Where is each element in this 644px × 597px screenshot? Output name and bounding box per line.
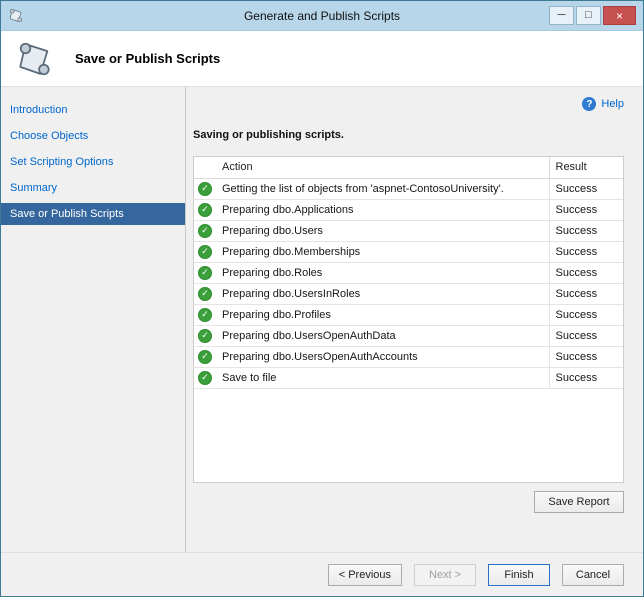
success-check-icon: ✓ [198, 287, 212, 301]
column-header-action: Action [194, 157, 549, 178]
row-status-cell: ✓ [194, 325, 216, 346]
action-cell: Getting the list of objects from 'aspnet… [216, 178, 549, 199]
row-status-cell: ✓ [194, 367, 216, 388]
row-status-cell: ✓ [194, 346, 216, 367]
column-header-result: Result [549, 157, 623, 178]
result-cell: Success [549, 220, 623, 241]
success-check-icon: ✓ [198, 350, 212, 364]
result-cell: Success [549, 346, 623, 367]
next-button: Next > [414, 564, 476, 586]
row-status-cell: ✓ [194, 178, 216, 199]
table-row[interactable]: ✓ Preparing dbo.ApplicationsSuccess [194, 199, 623, 220]
success-check-icon: ✓ [198, 329, 212, 343]
results-panel: Action Result ✓ Getting the list of objec… [193, 156, 624, 483]
wizard-header: Save or Publish Scripts [1, 31, 643, 87]
results-table-body: ✓ Getting the list of objects from 'aspne… [194, 178, 623, 388]
script-scroll-icon [15, 38, 57, 80]
success-check-icon: ✓ [198, 371, 212, 385]
result-cell: Success [549, 367, 623, 388]
row-status-cell: ✓ [194, 262, 216, 283]
table-row[interactable]: ✓ Preparing dbo.UsersSuccess [194, 220, 623, 241]
result-cell: Success [549, 283, 623, 304]
help-row: ? Help [193, 97, 624, 111]
table-row[interactable]: ✓ Preparing dbo.UsersOpenAuthDataSuccess [194, 325, 623, 346]
result-cell: Success [549, 199, 623, 220]
help-label: Help [601, 98, 624, 110]
success-check-icon: ✓ [198, 182, 212, 196]
window-title: Generate and Publish Scripts [1, 9, 643, 23]
status-text: Saving or publishing scripts. [193, 129, 624, 141]
action-cell: Preparing dbo.Profiles [216, 304, 549, 325]
footer-bar: < Previous Next > Finish Cancel [1, 552, 643, 596]
action-cell: Preparing dbo.Applications [216, 199, 549, 220]
main-panel: ? Help Saving or publishing scripts. Act… [186, 87, 643, 552]
result-cell: Success [549, 304, 623, 325]
maximize-icon: □ [585, 10, 592, 21]
action-cell: Preparing dbo.Roles [216, 262, 549, 283]
row-status-cell: ✓ [194, 283, 216, 304]
sidebar-item-choose-objects[interactable]: Choose Objects [1, 125, 185, 147]
close-icon: × [616, 10, 623, 22]
result-cell: Success [549, 241, 623, 262]
success-check-icon: ✓ [198, 245, 212, 259]
table-row[interactable]: ✓ Preparing dbo.UsersOpenAuthAccountsSucc… [194, 346, 623, 367]
table-header-row: Action Result [194, 157, 623, 178]
app-scroll-icon [8, 7, 25, 24]
table-row[interactable]: ✓ Preparing dbo.MembershipsSuccess [194, 241, 623, 262]
cancel-button[interactable]: Cancel [562, 564, 624, 586]
row-status-cell: ✓ [194, 220, 216, 241]
row-status-cell: ✓ [194, 241, 216, 262]
sidebar-item-summary[interactable]: Summary [1, 177, 185, 199]
action-cell: Save to file [216, 367, 549, 388]
table-row[interactable]: ✓ Save to fileSuccess [194, 367, 623, 388]
maximize-button[interactable]: □ [576, 6, 601, 25]
table-row[interactable]: ✓ Preparing dbo.UsersInRolesSuccess [194, 283, 623, 304]
help-link[interactable]: ? Help [582, 97, 624, 111]
action-cell: Preparing dbo.UsersInRoles [216, 283, 549, 304]
previous-button[interactable]: < Previous [328, 564, 402, 586]
titlebar: Generate and Publish Scripts ─ □ × [1, 1, 643, 31]
table-row[interactable]: ✓ Preparing dbo.RolesSuccess [194, 262, 623, 283]
success-check-icon: ✓ [198, 203, 212, 217]
action-cell: Preparing dbo.UsersOpenAuthAccounts [216, 346, 549, 367]
sidebar-item-introduction[interactable]: Introduction [1, 99, 185, 121]
table-row[interactable]: ✓ Getting the list of objects from 'aspne… [194, 178, 623, 199]
minimize-icon: ─ [558, 10, 566, 21]
results-table: Action Result ✓ Getting the list of objec… [194, 157, 623, 389]
success-check-icon: ✓ [198, 308, 212, 322]
result-cell: Success [549, 178, 623, 199]
action-cell: Preparing dbo.Users [216, 220, 549, 241]
wizard-body: Introduction Choose Objects Set Scripting … [1, 87, 643, 552]
page-title: Save or Publish Scripts [75, 51, 220, 66]
wizard-window: Generate and Publish Scripts ─ □ × Save … [0, 0, 644, 597]
table-row[interactable]: ✓ Preparing dbo.ProfilesSuccess [194, 304, 623, 325]
sidebar-item-set-scripting-options[interactable]: Set Scripting Options [1, 151, 185, 173]
row-status-cell: ✓ [194, 199, 216, 220]
success-check-icon: ✓ [198, 224, 212, 238]
result-cell: Success [549, 325, 623, 346]
row-status-cell: ✓ [194, 304, 216, 325]
success-check-icon: ✓ [198, 266, 212, 280]
save-report-button[interactable]: Save Report [534, 491, 624, 513]
close-button[interactable]: × [603, 6, 636, 25]
sidebar-item-save-or-publish-scripts[interactable]: Save or Publish Scripts [1, 203, 185, 225]
save-report-row: Save Report [193, 491, 624, 513]
help-icon: ? [582, 97, 596, 111]
result-cell: Success [549, 262, 623, 283]
action-cell: Preparing dbo.Memberships [216, 241, 549, 262]
action-cell: Preparing dbo.UsersOpenAuthData [216, 325, 549, 346]
sidebar-nav: Introduction Choose Objects Set Scripting … [1, 87, 186, 552]
window-controls: ─ □ × [549, 6, 643, 25]
minimize-button[interactable]: ─ [549, 6, 574, 25]
finish-button[interactable]: Finish [488, 564, 550, 586]
